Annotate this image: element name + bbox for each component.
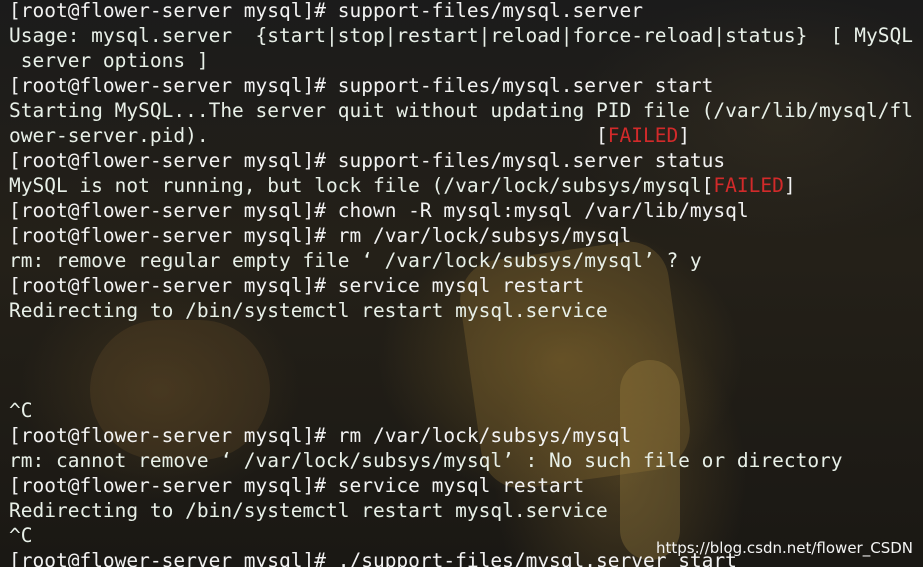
command-line: [root@flower-server mysql]# support-file… [9, 0, 913, 23]
output-line: ^C [9, 398, 913, 423]
output-line: Redirecting to /bin/systemctl restart my… [9, 298, 913, 323]
terminal-window[interactable]: [root@flower-server mysql]# support-file… [0, 0, 923, 567]
output-line: MySQL is not running, but lock file (/va… [9, 173, 913, 198]
command-text: rm /var/lock/subsys/mysql [337, 224, 632, 247]
command-text: support-files/mysql.server start [337, 74, 714, 97]
command-line: [root@flower-server mysql]# service mysq… [9, 473, 913, 498]
output-text: Redirecting to /bin/systemctl restart my… [9, 499, 608, 522]
command-line: [root@flower-server mysql]# rm /var/lock… [9, 223, 913, 248]
output-line: rm: cannot remove ‘ /var/lock/subsys/mys… [9, 448, 913, 473]
command-text: service mysql restart [337, 474, 585, 497]
shell-prompt: [root@flower-server mysql]# [9, 474, 338, 497]
status-bracket-close: ] [678, 124, 690, 147]
command-text: service mysql restart [337, 274, 585, 297]
status-failed-label: FAILED [607, 124, 679, 147]
shell-prompt: [root@flower-server mysql]# [9, 224, 338, 247]
watermark-url: https://blog.csdn.net/flower_CSDN [655, 539, 913, 557]
output-text: ^C [9, 524, 33, 547]
output-text: ower-server.pid). [9, 124, 596, 147]
shell-prompt: [root@flower-server mysql]# [9, 274, 338, 297]
output-text: MySQL is not running, but lock file (/va… [9, 174, 702, 197]
shell-prompt: [root@flower-server mysql]# [9, 424, 338, 447]
status-bracket-open: [ [701, 174, 714, 197]
status-bracket-open: [ [596, 124, 608, 147]
status-bracket-close: ] [783, 174, 796, 197]
shell-prompt: [root@flower-server mysql]# [9, 0, 338, 22]
command-line: [root@flower-server mysql]# support-file… [9, 148, 913, 173]
output-line: rm: remove regular empty file ‘ /var/loc… [9, 248, 913, 273]
command-text: support-files/mysql.server [337, 0, 643, 22]
output-text: rm: remove regular empty file ‘ /var/loc… [9, 249, 702, 272]
output-text: Usage: mysql.server {start|stop|restart|… [9, 24, 913, 47]
command-text: rm /var/lock/subsys/mysql [337, 424, 632, 447]
output-line: ower-server.pid). [FAILED] [9, 123, 913, 148]
command-line: [root@flower-server mysql]# chown -R mys… [9, 198, 913, 223]
status-failed-label: FAILED [713, 174, 784, 197]
output-line: server options ] [9, 48, 913, 73]
output-text: server options ] [9, 49, 209, 72]
output-text: rm: cannot remove ‘ /var/lock/subsys/mys… [9, 449, 843, 472]
command-line: [root@flower-server mysql]# rm /var/lock… [9, 423, 913, 448]
output-line: Starting MySQL...The server quit without… [9, 98, 913, 123]
shell-prompt: [root@flower-server mysql]# [9, 199, 338, 222]
output-line: Redirecting to /bin/systemctl restart my… [9, 498, 913, 523]
shell-prompt: [root@flower-server mysql]# [9, 74, 338, 97]
shell-prompt: [root@flower-server mysql]# [9, 549, 338, 567]
command-line: [root@flower-server mysql]# support-file… [9, 73, 913, 98]
output-text: Starting MySQL...The server quit without… [9, 99, 913, 122]
output-text: ^C [9, 399, 33, 422]
command-text: support-files/mysql.server status [337, 149, 726, 172]
command-line: [root@flower-server mysql]# service mysq… [9, 273, 913, 298]
output-text: Redirecting to /bin/systemctl restart my… [9, 299, 608, 322]
shell-prompt: [root@flower-server mysql]# [9, 149, 338, 172]
output-line: Usage: mysql.server {start|stop|restart|… [9, 23, 913, 48]
command-text: chown -R mysql:mysql /var/lib/mysql [337, 199, 749, 222]
terminal-output: [root@flower-server mysql]# support-file… [9, 0, 913, 567]
